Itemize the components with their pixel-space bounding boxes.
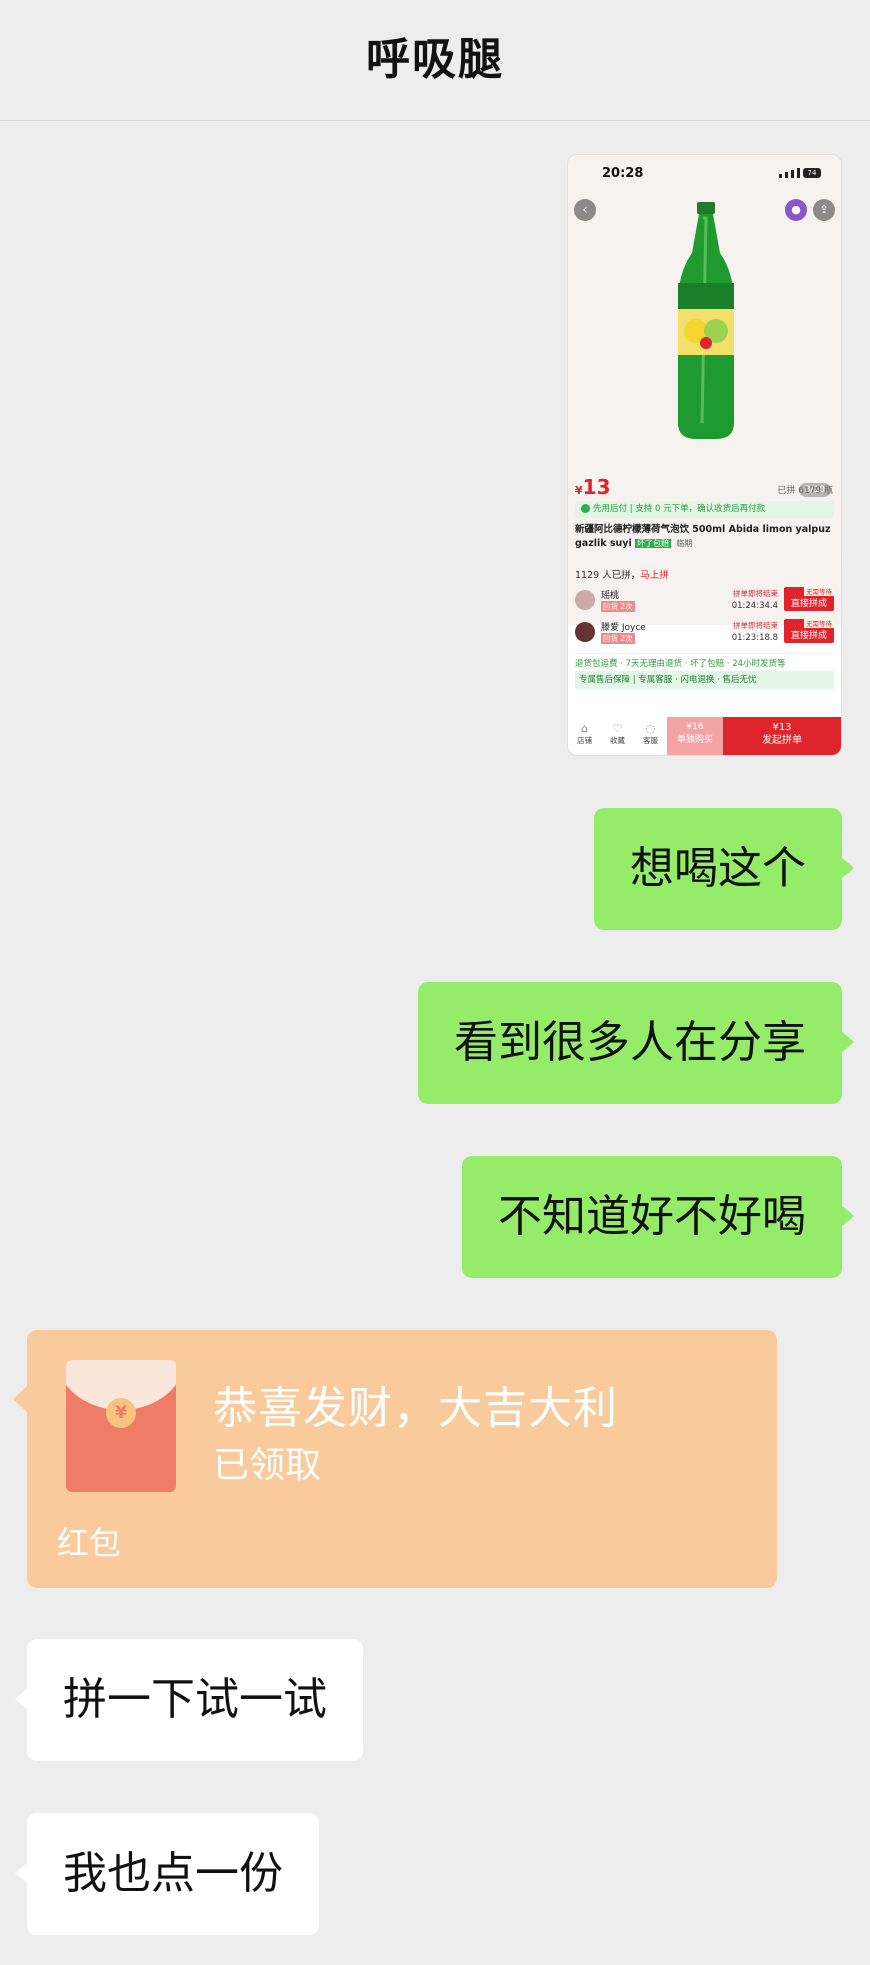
check-icon [581, 504, 590, 513]
bad-refund-tag: 坏了包赔 [635, 539, 672, 548]
message-bubble-sent[interactable]: 看到很多人在分享 [418, 982, 854, 1104]
sold-count: 已拼 6179 瓶 [777, 486, 833, 496]
red-envelope-card[interactable]: ¥ 恭喜发财，大吉大利 已领取 红包 [13, 1330, 777, 1588]
product-title: 新疆阿比德柠檬薄荷气泡饮 500ml Abida limon yalpuz ga… [575, 524, 831, 549]
message-bubble-sent[interactable]: 想喝这个 [594, 808, 854, 930]
screenshot-time: 20:28 [602, 166, 644, 181]
product-info: ¥13 已拼 6179 瓶 先用后付 | 支持 0 元下单，确认收货后再付款 新… [568, 469, 841, 689]
group-buy-button: ¥13 发起拼单 [723, 717, 841, 755]
battery-icon: 74 [803, 168, 821, 178]
signal-icon: 74 [779, 168, 821, 178]
pay-later-bar: 先用后付 | 支持 0 元下单，确认收货后再付款 [575, 501, 834, 518]
chat-icon: ◌ [645, 722, 656, 735]
guarantee-line: 专属售后保障 | 专属客服 · 闪电退换 · 售后无忧 [575, 671, 834, 689]
coin-icon: ¥ [106, 1398, 136, 1428]
expiry-tag: 临期 [674, 539, 695, 548]
red-envelope-status: 已领取 [213, 1445, 322, 1486]
avatar [575, 590, 595, 610]
service-tab: ◌ 客服 [634, 717, 667, 755]
service-line: 退货包运费 · 7天无理由退货 · 坏了包赔 · 24小时发货等 [575, 653, 834, 669]
product-price: ¥13 [575, 475, 611, 499]
store-tab: ⌂ 店铺 [568, 717, 601, 755]
store-icon: ⌂ [581, 722, 588, 735]
chat-title: 呼吸腿 [366, 34, 504, 85]
chat-header: 呼吸腿 [0, 0, 870, 121]
red-envelope-title: 恭喜发财，大吉大利 [213, 1383, 618, 1434]
message-bubble-received[interactable]: 我也点一份 [15, 1813, 319, 1935]
joined-count: 1129 人已拼，马上拼 [575, 570, 669, 581]
join-group-button: 无需等待 直接拼成 [784, 618, 834, 643]
message-bubble-received[interactable]: 拼一下试一试 [15, 1639, 363, 1761]
solo-buy-button: ¥16 单独购买 [667, 717, 723, 755]
screenshot-status-bar: 20:28 74 [568, 155, 841, 193]
red-envelope-icon: ¥ [66, 1360, 176, 1492]
join-group-button: 无需等待 直接拼成 [784, 586, 834, 611]
group-row: 滕爱 Joyce 回货 2次 拼单即将结束 01:23:18.8 无需等待 直接拼… [575, 617, 834, 649]
group-row: 瑶桃 回货 2次 拼单即将结束 01:24:34.4 无需等待 直接拼成 [575, 585, 834, 617]
avatar [575, 622, 595, 642]
red-envelope-label: 红包 [57, 1524, 122, 1562]
buy-bar: ⌂ 店铺 ♡ 收藏 ◌ 客服 ¥16 单独购买 ¥13 发起拼单 [568, 717, 841, 755]
price-row: ¥13 已拼 6179 瓶 [568, 469, 841, 501]
fav-tab: ♡ 收藏 [601, 717, 634, 755]
bottle-icon [678, 202, 734, 439]
shared-screenshot-image[interactable]: 20:28 74 ‹ ● ⇪ 3/10 ¥13 已拼 6179 瓶 先用后付 |… [567, 154, 842, 756]
message-bubble-sent[interactable]: 不知道好不好喝 [462, 1156, 854, 1278]
heart-icon: ♡ [612, 722, 623, 735]
